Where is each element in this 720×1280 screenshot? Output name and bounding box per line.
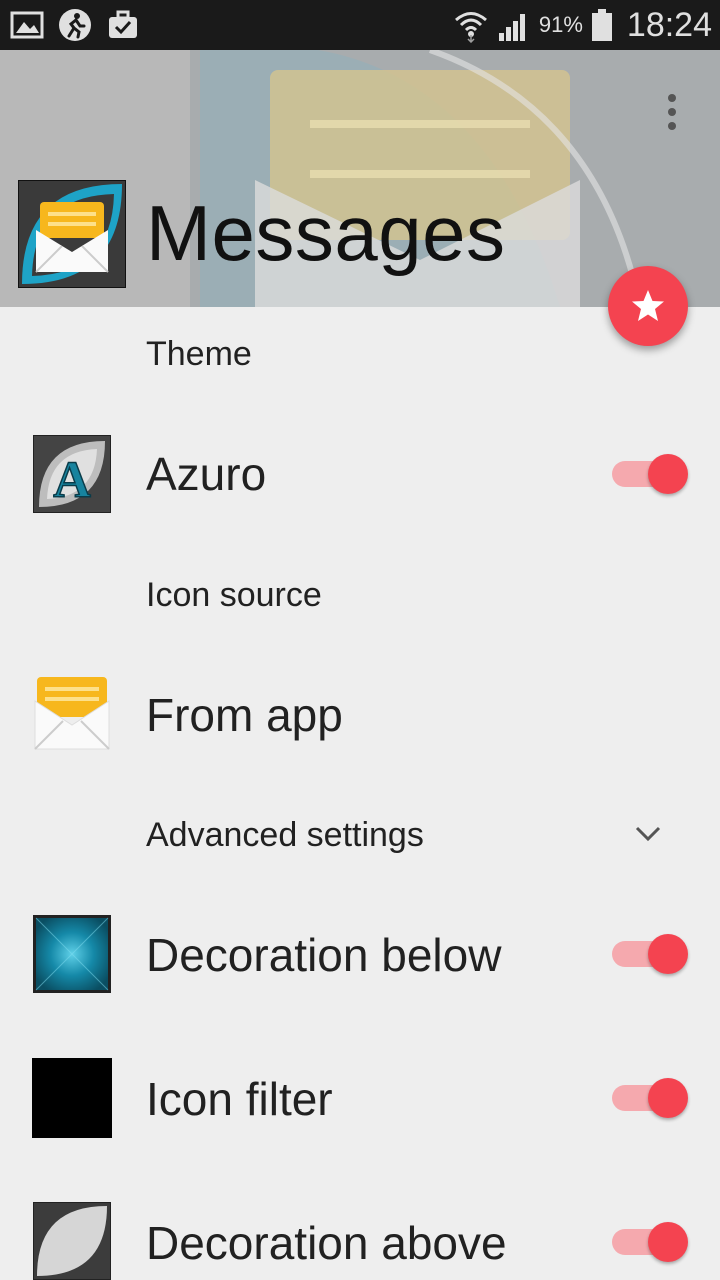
chevron-down-icon[interactable] bbox=[632, 818, 664, 850]
svg-text:A: A bbox=[53, 452, 91, 509]
gallery-icon bbox=[10, 11, 44, 39]
briefcase-check-icon bbox=[109, 10, 137, 38]
clock: 18:24 bbox=[626, 5, 712, 44]
app-icon bbox=[18, 180, 126, 288]
star-icon bbox=[632, 290, 664, 321]
favorite-fab[interactable] bbox=[608, 266, 688, 346]
more-vert-icon[interactable] bbox=[652, 88, 692, 138]
wifi-icon bbox=[454, 12, 487, 43]
icon-filter-swatch bbox=[32, 1058, 112, 1138]
theme-toggle[interactable] bbox=[612, 452, 692, 496]
signal-icon bbox=[498, 14, 525, 41]
azuro-theme-icon: A bbox=[33, 435, 111, 513]
decoration-above-toggle[interactable] bbox=[612, 1220, 692, 1264]
icon-filter-toggle-thumb bbox=[648, 1078, 688, 1118]
running-icon bbox=[59, 9, 91, 41]
section-advanced-label[interactable]: Advanced settings bbox=[146, 816, 424, 855]
decoration-below-toggle-thumb bbox=[648, 934, 688, 974]
decoration-below-icon bbox=[33, 915, 111, 993]
status-bar: 91% 18:24 bbox=[0, 0, 720, 50]
theme-row-label[interactable]: Azuro bbox=[146, 447, 266, 501]
section-icon-source-label: Icon source bbox=[146, 576, 322, 614]
decoration-above-icon bbox=[33, 1202, 111, 1280]
section-theme-label: Theme bbox=[146, 335, 252, 373]
page-title: Messages bbox=[146, 189, 506, 277]
messages-app-icon bbox=[34, 677, 110, 750]
icon-filter-label[interactable]: Icon filter bbox=[146, 1072, 333, 1126]
battery-percent: 91% bbox=[538, 12, 583, 37]
app-header: Messages bbox=[0, 50, 720, 307]
decoration-below-toggle[interactable] bbox=[612, 932, 692, 976]
theme-toggle-thumb bbox=[648, 454, 688, 494]
decoration-below-label[interactable]: Decoration below bbox=[146, 928, 501, 982]
decoration-above-toggle-thumb bbox=[648, 1222, 688, 1262]
icon-filter-toggle[interactable] bbox=[612, 1076, 692, 1120]
decoration-above-label[interactable]: Decoration above bbox=[146, 1216, 507, 1270]
icon-source-row-label[interactable]: From app bbox=[146, 688, 343, 742]
battery-icon bbox=[591, 9, 612, 41]
